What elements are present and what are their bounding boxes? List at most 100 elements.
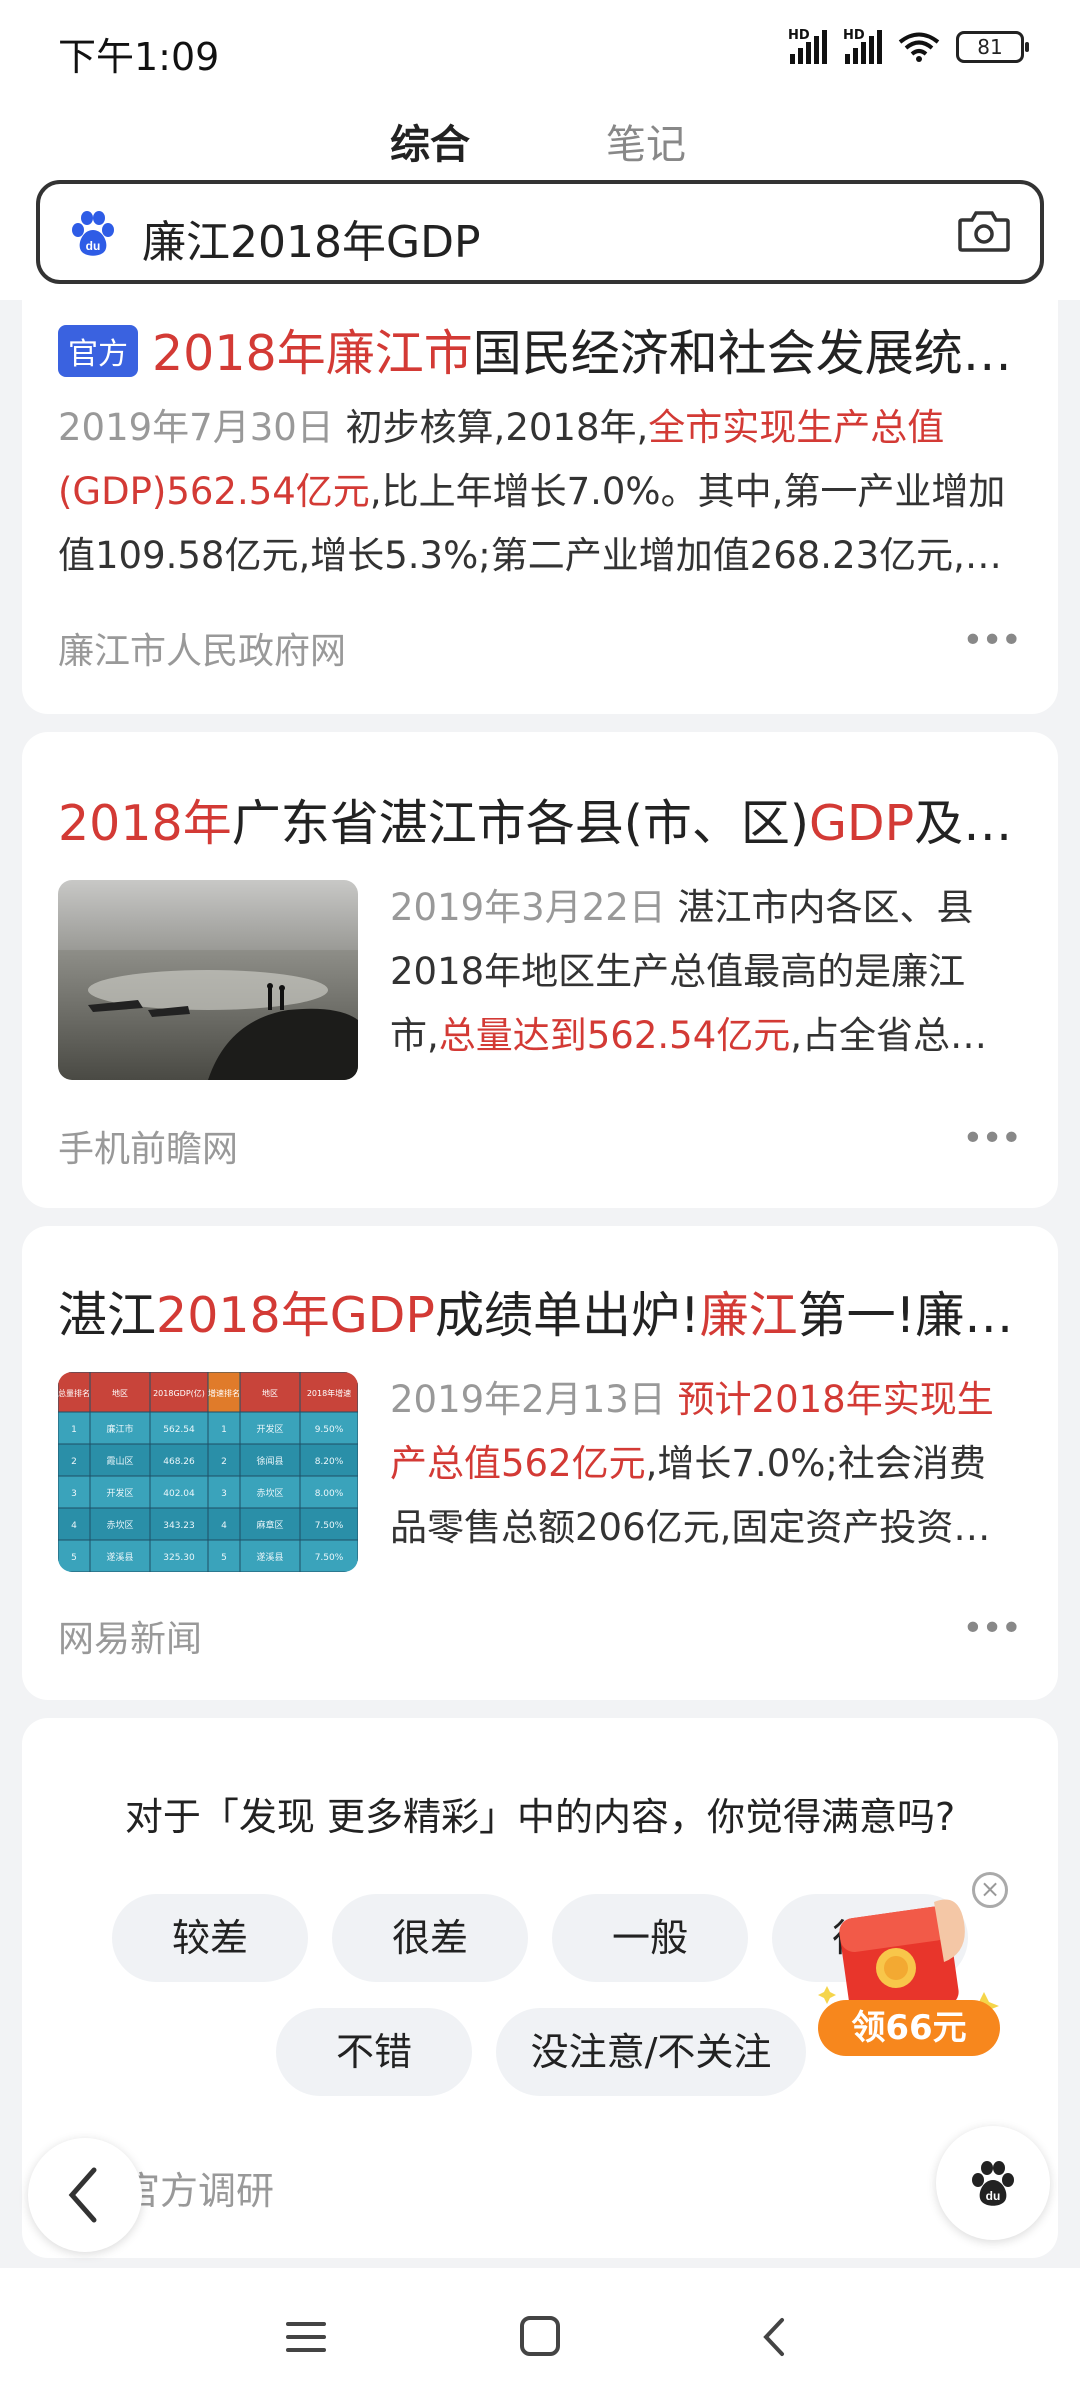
chevron-left-icon [68, 2167, 97, 2223]
result-snippet-2: 2019年3月22日 湛江市内各区、县 2018年地区生产总值最高的是廉江 市,… [390, 876, 1022, 1068]
table-cell-text: 开发区 [256, 1423, 283, 1435]
system-nav-bar [0, 2268, 1080, 2400]
table-header-text: 增速排名 [208, 1388, 240, 1398]
table-cell-text: 343.23 [163, 1521, 195, 1531]
result-snippet-1: 2019年7月30日 初步核算,2018年,全市实现生产总值 (GDP)562.… [58, 396, 1022, 588]
snippet-highlight: (GDP)562.54亿元 [58, 470, 370, 513]
tab-notes[interactable]: 笔记 [606, 112, 686, 170]
table-cell-text: 9.50% [315, 1425, 344, 1435]
status-bar: 下午1:09 HD HD 81 [0, 0, 1080, 96]
result-source[interactable]: 手机前瞻网 [58, 1120, 238, 1172]
tab-comprehensive[interactable]: 综合 [390, 112, 470, 170]
result-date: 2019年7月30日 [58, 406, 334, 449]
table-cell-text: 廉江市 [106, 1423, 133, 1435]
battery-icon: 81 [956, 31, 1029, 63]
result-date: 2019年2月13日 [390, 1378, 666, 1421]
table-cell-text: 麻章区 [256, 1519, 283, 1531]
snippet-highlight: 全市实现生产总值 [648, 406, 945, 449]
table-cell-text: 3 [71, 1489, 77, 1499]
table-cell-text: 325.30 [163, 1553, 195, 1563]
table-header-text: 2018年增速 [307, 1388, 351, 1398]
baidu-assistant-button[interactable]: du [936, 2126, 1050, 2240]
snippet-text: ,占全省总量的 [790, 1014, 1022, 1057]
table-cell-text: 赤坎区 [256, 1487, 283, 1499]
snippet-text: ,比上年增长7.0%。其中,第一产业增加 [369, 470, 1006, 513]
back-nav-icon[interactable] [744, 2312, 804, 2362]
result-title-3[interactable]: 湛江2018年GDP成绩单出炉!廉江第一!廉江市 [58, 1276, 1022, 1347]
search-header: 综合 笔记 du 廉江2018年GDP [0, 96, 1080, 300]
survey-option-very-poor[interactable]: 很差 [332, 1894, 528, 1982]
official-badge: 官方 [58, 325, 138, 377]
result-card-3[interactable]: 湛江2018年GDP成绩单出炉!廉江第一!廉江市 总量排名 地区 2018GDP(亿… [22, 1226, 1058, 1700]
svg-text:du: du [986, 2189, 1001, 2203]
more-options-icon[interactable]: ••• [962, 1608, 1022, 1649]
snippet-text: 市, [390, 1014, 439, 1057]
baidu-paw-icon: du [972, 2161, 1014, 2206]
table-cell-text: 1 [221, 1425, 227, 1435]
snippet-highlight: 预计2018年实现生 [677, 1378, 994, 1421]
table-cell-text: 开发区 [106, 1487, 133, 1499]
title-highlight: 2018年 [58, 795, 232, 852]
snippet-text: 2018年地区生产总值最高的是廉江 [390, 950, 966, 993]
close-icon[interactable]: × [972, 1872, 1008, 1908]
survey-source: 官方调研 [122, 2169, 275, 2213]
table-cell-text: 5 [221, 1553, 227, 1563]
tab-bar: 综合 笔记 [0, 106, 1080, 176]
table-cell-text: 7.50% [315, 1521, 344, 1531]
signal-icon: HD [788, 28, 827, 64]
table-header-text: 总量排名 [58, 1388, 90, 1398]
home-icon[interactable] [510, 2312, 570, 2362]
survey-option-not-noticed[interactable]: 没注意/不关注 [496, 2008, 806, 2096]
table-cell-text: 2 [221, 1457, 227, 1467]
wifi-icon [898, 32, 940, 62]
table-cell-text: 1 [71, 1425, 77, 1435]
title-rest: 及增速排名 [914, 795, 1022, 852]
status-time: 下午1:09 [58, 35, 220, 79]
camera-icon[interactable] [958, 208, 1010, 254]
result-snippet-3: 2019年2月13日 预计2018年实现生 产总值562亿元,增长7.0%;社会… [390, 1368, 1022, 1560]
result-thumbnail-sea[interactable] [58, 880, 358, 1080]
menu-icon[interactable] [276, 2312, 336, 2362]
table-cell-text: 5 [71, 1553, 77, 1563]
table-cell-text: 赤坎区 [106, 1519, 133, 1531]
snippet-text: 湛江市内各区、县 [665, 886, 974, 929]
snippet-text: ,增长7.0%;社会消费 [645, 1442, 986, 1485]
survey-option-good[interactable]: 不错 [276, 2008, 472, 2096]
snippet-text: 初步核算,2018年, [333, 406, 649, 449]
title-rest: 国民经济和社会发展统计公报 [472, 325, 1022, 382]
survey-option-average[interactable]: 一般 [552, 1894, 748, 1982]
table-cell-text: 3 [221, 1489, 227, 1499]
search-query[interactable]: 廉江2018年GDP [142, 206, 481, 270]
back-button[interactable] [28, 2138, 142, 2252]
table-header-text: 2018GDP(亿) [153, 1388, 205, 1398]
result-card-2[interactable]: 2018年广东省湛江市各县(市、区)GDP及增速排名 [22, 732, 1058, 1208]
table-cell-text: 4 [221, 1521, 227, 1531]
table-cell-text: 8.00% [315, 1489, 344, 1499]
title-highlight: 2018年廉江市 [152, 325, 473, 382]
result-source[interactable]: 廉江市人民政府网 [58, 622, 346, 674]
table-cell-text: 468.26 [163, 1457, 195, 1467]
survey-option-poor[interactable]: 较差 [112, 1894, 308, 1982]
result-card-1[interactable]: 官方 2018年廉江市国民经济和社会发展统计公报 2019年7月30日 初步核算,… [22, 300, 1058, 714]
signal-icon-2: HD [843, 28, 882, 64]
search-input[interactable]: du 廉江2018年GDP [36, 180, 1044, 284]
svg-text:du: du [86, 239, 101, 253]
hd-label-2: HD [843, 28, 865, 43]
result-title-1[interactable]: 官方 2018年廉江市国民经济和社会发展统计公报 [58, 314, 1022, 385]
survey-question: 对于「发现 更多精彩」中的内容，你觉得满意吗? [124, 1795, 956, 1839]
hd-label: HD [788, 28, 810, 43]
result-source[interactable]: 网易新闻 [58, 1610, 202, 1662]
snippet-highlight: 总量达到562.54亿元 [438, 1014, 791, 1057]
result-title-2[interactable]: 2018年广东省湛江市各县(市、区)GDP及增速排名 [58, 784, 1022, 855]
table-cell-text: 402.04 [163, 1489, 195, 1499]
table-cell-text: 遂溪县 [106, 1551, 133, 1563]
title-highlight: GDP [808, 795, 915, 852]
table-cell-text: 霞山区 [106, 1456, 133, 1467]
gdp-ranking-table-image: 总量排名 地区 2018GDP(亿) 增速排名 地区 2018年增速 1 廉江市 562.54 1… [58, 1372, 358, 1572]
more-options-icon[interactable]: ••• [962, 1118, 1022, 1159]
result-thumbnail-table[interactable]: 总量排名 地区 2018GDP(亿) 增速排名 地区 2018年增速 1 廉江市 562.54 1… [58, 1372, 358, 1572]
snippet-text: 品零售总额206亿元,固定资产投资增长 [390, 1506, 1022, 1549]
more-options-icon[interactable]: ••• [962, 620, 1022, 661]
red-packet-button[interactable]: 领66元 [818, 2000, 1000, 2056]
table-cell-text: 遂溪县 [256, 1551, 283, 1563]
